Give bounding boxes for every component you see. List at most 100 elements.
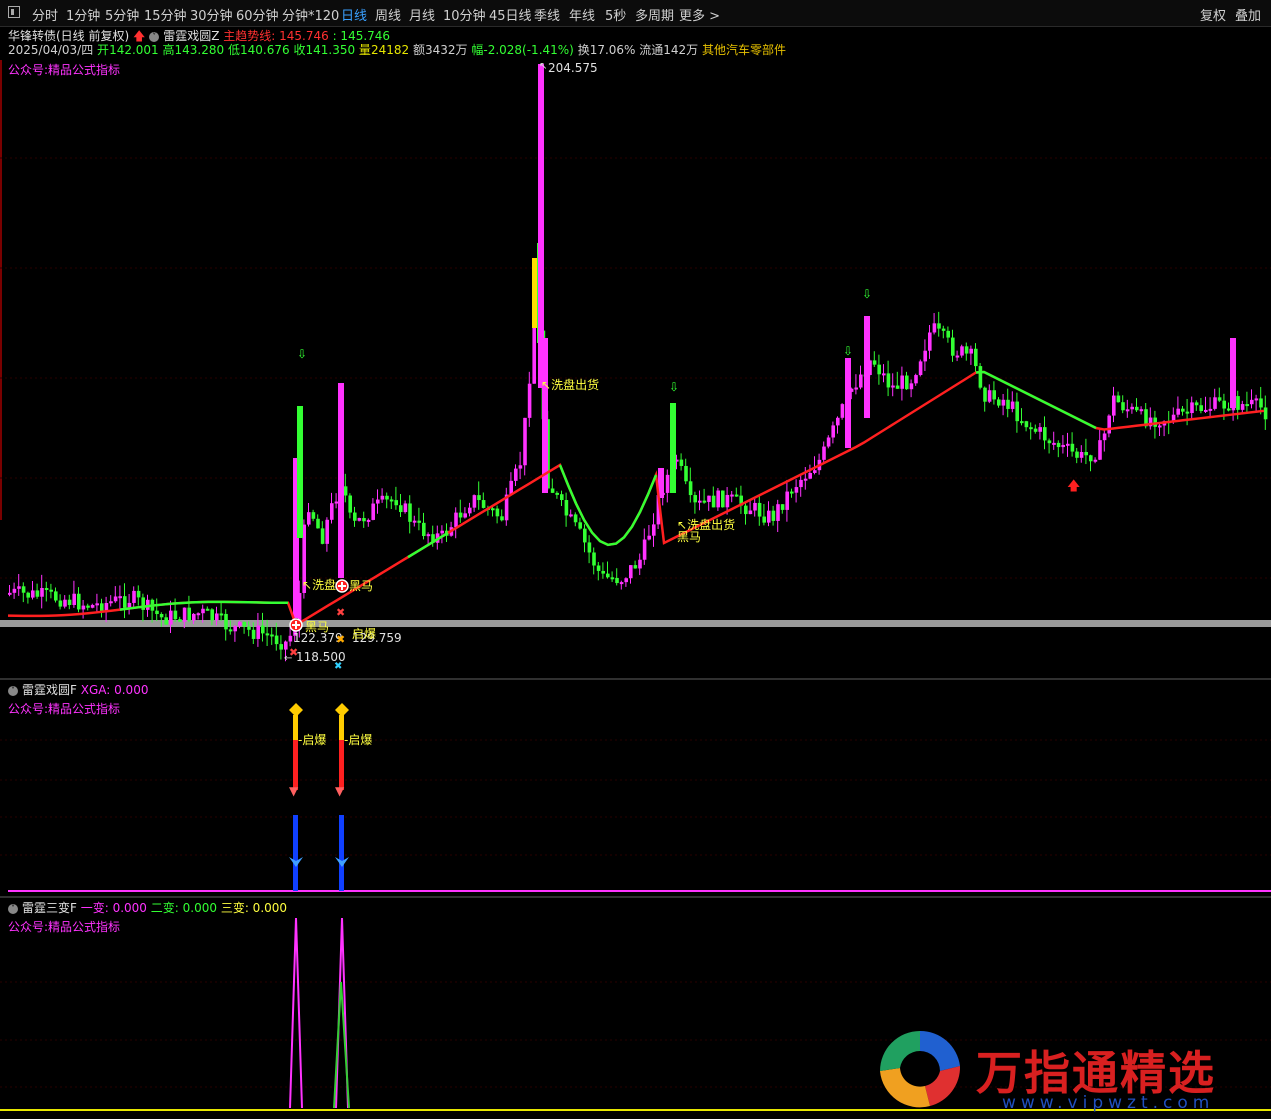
candle-body xyxy=(408,503,412,522)
candle-body xyxy=(1010,401,1015,409)
tab-daily[interactable]: 日线 xyxy=(341,5,367,24)
wash-ship-mark-1: ↖洗盘出货 xyxy=(541,377,599,392)
sidebar-toggle-icon[interactable] xyxy=(8,6,20,18)
tab-120min[interactable]: 分钟*120 xyxy=(282,5,339,24)
candle-body xyxy=(357,518,362,521)
candle-body xyxy=(35,590,40,597)
candle-body xyxy=(1176,408,1180,415)
candle-body xyxy=(578,522,582,529)
candle-body xyxy=(518,465,523,469)
tab-45day[interactable]: 45日线 xyxy=(489,5,532,24)
candle-body xyxy=(909,383,914,390)
candle-body xyxy=(366,519,371,522)
dark-horse-mark-2: 黑马 xyxy=(349,579,373,593)
candle-body xyxy=(555,492,559,495)
candle-body xyxy=(1102,433,1107,441)
tab-5min[interactable]: 5分钟 xyxy=(105,5,139,24)
ignite-mark: 启爆 xyxy=(352,627,376,641)
trend-line-green-3 xyxy=(558,464,658,547)
tab-more[interactable]: 更多 > xyxy=(679,5,720,24)
trend-line-green-1 xyxy=(119,600,289,611)
candle-body xyxy=(725,494,730,508)
candle-body xyxy=(974,348,978,367)
max-price-arrow-icon: ↖ xyxy=(539,61,547,72)
high-value: 143.280 xyxy=(174,43,225,57)
candle-body xyxy=(1015,401,1019,422)
candle-body xyxy=(1194,402,1199,406)
candle-body xyxy=(514,468,518,481)
candle-body xyxy=(270,634,274,637)
candle-body xyxy=(583,528,587,543)
candle-body xyxy=(527,383,532,418)
sector[interactable]: 其他汽车零部件 xyxy=(702,43,786,57)
candle-body xyxy=(417,520,421,523)
change-label: 幅 xyxy=(471,43,484,57)
candle-body xyxy=(261,625,265,634)
candle-body xyxy=(1093,459,1098,462)
collapse-icon[interactable]: ˅ xyxy=(149,31,160,42)
tab-15min[interactable]: 15分钟 xyxy=(144,5,187,24)
candle-body xyxy=(380,495,385,500)
candle-body xyxy=(886,373,891,388)
candle-body xyxy=(1135,406,1139,411)
candle-body xyxy=(932,323,937,333)
tab-fenshi[interactable]: 分时 xyxy=(32,5,58,24)
tab-1min[interactable]: 1分钟 xyxy=(66,5,100,24)
panel2-collapse-icon[interactable]: ˅ xyxy=(8,685,18,696)
change-value: -2.028(-1.41%) xyxy=(483,43,574,57)
panel2-chart[interactable]: ▼ ▼ -启爆 -启爆 xyxy=(0,695,1271,900)
amount-value: 3432万 xyxy=(424,43,468,57)
candle-body xyxy=(224,613,228,630)
candle-body xyxy=(1204,409,1208,412)
candle-body xyxy=(983,387,987,402)
candle-body xyxy=(1130,406,1134,410)
tab-30min[interactable]: 30分钟 xyxy=(190,5,233,24)
down-arrow-icon-4: ⇩ xyxy=(862,287,872,301)
candle-body xyxy=(707,495,711,502)
overlay-button[interactable]: 叠加 xyxy=(1235,5,1261,24)
candle-body xyxy=(394,500,398,506)
tab-10min[interactable]: 10分钟 xyxy=(443,5,486,24)
candle-body xyxy=(1245,404,1249,407)
candle-body xyxy=(1070,443,1075,452)
candle-body xyxy=(95,603,99,606)
tab-yearly[interactable]: 年线 xyxy=(569,5,595,24)
candle-body xyxy=(256,625,260,639)
butterfly-icon-3: ✖ xyxy=(289,646,298,659)
candle-body-large xyxy=(1230,338,1236,408)
tab-weekly[interactable]: 周线 xyxy=(375,5,401,24)
candle-body xyxy=(900,375,904,389)
up-arrow-icon-red: 🡅 xyxy=(1067,479,1080,494)
candle-body xyxy=(629,565,633,579)
kline-chart[interactable]: 204.575 ↖ 118.500 ← 122.379 129.759 ↖洗盘出… xyxy=(0,58,1271,678)
open-label: 开 xyxy=(97,43,110,57)
tab-monthly[interactable]: 月线 xyxy=(409,5,435,24)
tab-5sec[interactable]: 5秒 xyxy=(605,5,626,24)
price-band xyxy=(0,620,1271,627)
candle-body xyxy=(159,614,164,618)
candle-body xyxy=(247,626,251,630)
candle-body xyxy=(187,607,191,621)
candle-body xyxy=(854,387,858,390)
candle-body xyxy=(491,508,495,511)
candle-body xyxy=(477,495,481,501)
ignite-label-2: -启爆 xyxy=(344,733,372,747)
candle-body xyxy=(882,373,886,376)
candle-body xyxy=(454,512,458,528)
candle-body xyxy=(63,599,67,607)
candle-body xyxy=(928,332,932,351)
candle-body xyxy=(794,487,799,493)
candle-body xyxy=(1158,425,1162,428)
candle-body xyxy=(215,613,219,621)
candle-body xyxy=(8,592,12,595)
candle-body xyxy=(601,570,605,574)
candle-body xyxy=(771,510,776,521)
tab-60min[interactable]: 60分钟 xyxy=(236,5,279,24)
tab-multi-period[interactable]: 多周期 xyxy=(635,5,674,24)
ignite-label-1: -启爆 xyxy=(298,733,326,747)
candle-body-large xyxy=(864,316,870,418)
candle-body xyxy=(753,502,757,511)
open-value: 142.001 xyxy=(109,43,159,57)
tab-quarterly[interactable]: 季线 xyxy=(534,5,560,24)
adjust-button[interactable]: 复权 xyxy=(1200,5,1226,24)
